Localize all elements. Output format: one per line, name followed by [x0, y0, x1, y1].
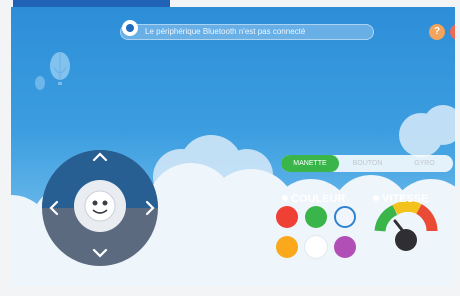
color-swatch-blue[interactable] — [334, 206, 356, 228]
joystick-dpad[interactable] — [42, 150, 158, 266]
color-section-text: COULEUR — [291, 193, 346, 205]
bluetooth-status-text: Le périphérique Bluetooth n'est pas conn… — [145, 27, 306, 36]
game-stage: Le périphérique Bluetooth n'est pas conn… — [11, 7, 455, 286]
bullet-icon — [282, 195, 288, 201]
robot-icon — [122, 20, 138, 36]
color-swatch-purple[interactable] — [334, 236, 356, 258]
speed-section-text: VITESSE — [382, 193, 429, 205]
mode-switch: MANETTE BOUTON GYRO — [281, 155, 453, 172]
help-button[interactable]: ? — [429, 24, 445, 40]
bullet-icon — [373, 195, 379, 201]
top-accent-bar — [13, 0, 170, 7]
background-scene — [11, 52, 455, 286]
color-section-label: COULEUR — [282, 193, 345, 205]
color-swatch-green[interactable] — [305, 206, 327, 228]
small-balloon-icon — [35, 76, 45, 90]
color-swatch-red[interactable] — [276, 206, 298, 228]
hot-air-balloon-icon — [50, 52, 70, 85]
app-screen: Le périphérique Bluetooth n'est pas conn… — [0, 0, 460, 296]
color-swatch-white[interactable] — [305, 236, 327, 258]
tab-manette[interactable]: MANETTE — [281, 155, 339, 172]
color-swatch-orange[interactable] — [276, 236, 298, 258]
tab-gyro[interactable]: GYRO — [396, 155, 453, 172]
speed-section-label: VITESSE — [373, 193, 428, 205]
tab-bouton[interactable]: BOUTON — [339, 155, 396, 172]
